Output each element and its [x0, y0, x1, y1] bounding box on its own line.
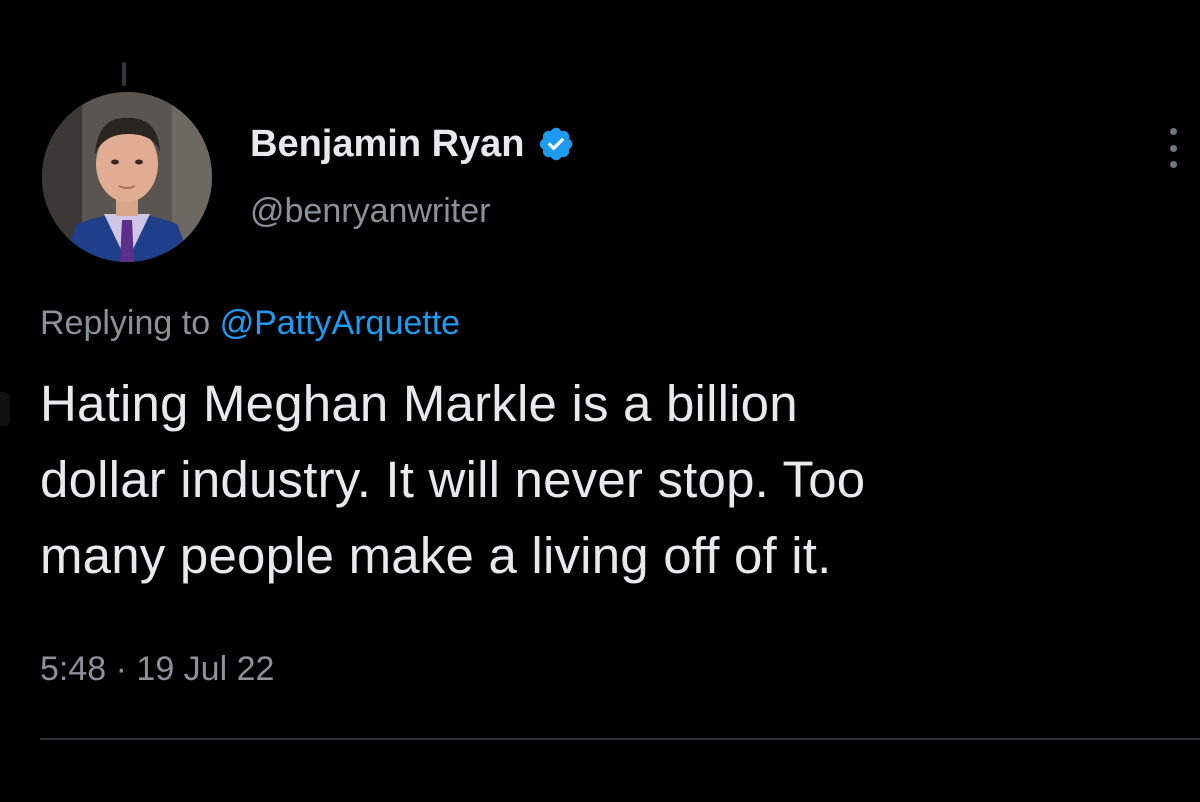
tweet-divider: [40, 738, 1200, 740]
tweet-body: Hating Meghan Markle is a billion dollar…: [40, 366, 1190, 594]
timestamp-separator: ·: [115, 650, 127, 688]
replying-to-label: Replying to: [40, 304, 211, 342]
tweet-text-line: many people make a living off of it.: [40, 527, 832, 584]
author-name-row[interactable]: Benjamin Ryan: [250, 122, 575, 166]
avatar[interactable]: [42, 92, 212, 262]
author-display-name[interactable]: Benjamin Ryan: [250, 123, 525, 166]
tweet-text-line: dollar industry. It will never stop. Too: [40, 451, 866, 508]
avatar-photo: [42, 92, 212, 262]
left-edge-artifact: [0, 392, 10, 426]
reply-mention-link[interactable]: @PattyArquette: [220, 304, 461, 342]
verified-badge-icon: [537, 125, 575, 163]
more-options-icon[interactable]: [1166, 128, 1180, 168]
tweet-date[interactable]: 19 Jul 22: [136, 650, 274, 688]
tweet-text-line: Hating Meghan Markle is a billion: [40, 375, 798, 432]
tweet-timestamp[interactable]: 5:48 · 19 Jul 22: [40, 650, 274, 689]
tweet-time[interactable]: 5:48: [40, 650, 106, 688]
author-handle[interactable]: @benryanwriter: [250, 192, 491, 231]
replying-to-line: Replying to @PattyArquette: [40, 304, 460, 343]
thread-connector-line: [122, 62, 126, 86]
